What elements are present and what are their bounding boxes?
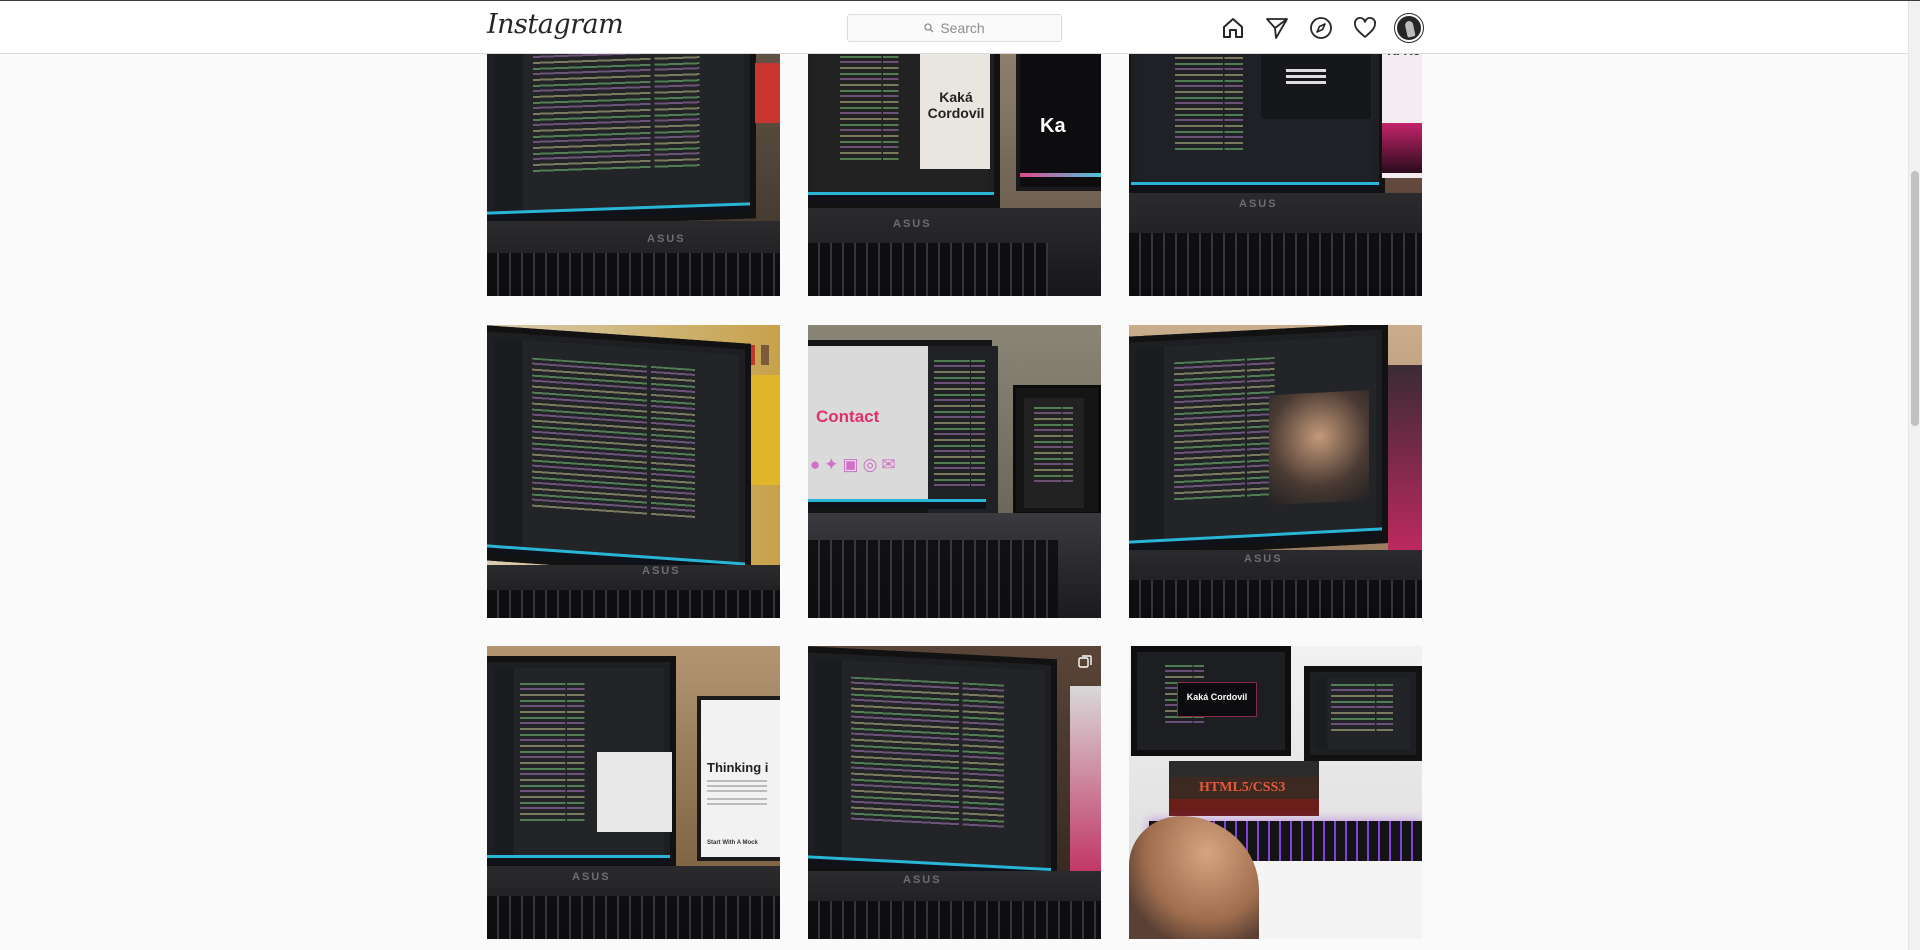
direct-messages-icon[interactable] [1263, 14, 1291, 42]
search-icon [924, 23, 934, 33]
screen-text: Contact [816, 407, 880, 426]
screen-text: Thinking i [707, 760, 769, 775]
profile-avatar[interactable] [1395, 14, 1423, 42]
instagram-logo[interactable]: Instagram [487, 9, 624, 40]
top-navigation-bar: Instagram Search [0, 1, 1908, 54]
nav-icons [1219, 14, 1423, 42]
activity-heart-icon[interactable] [1351, 14, 1379, 42]
post-tile[interactable]: ASUS [1129, 325, 1422, 618]
search-placeholder: Search [940, 20, 985, 36]
screen-text-secondary: Start With A Mock [707, 840, 758, 846]
screen-text: Kaká Cordovil [927, 89, 985, 121]
post-tile[interactable]: ASUS [487, 325, 780, 618]
screen-text-secondary: Ka [1040, 115, 1066, 137]
search-input[interactable]: Search [847, 14, 1062, 42]
avatar-image [1395, 14, 1423, 42]
post-tile[interactable]: Contact ●✦▣◎✉ [808, 325, 1101, 618]
social-icons-on-screen: ●✦▣◎✉ [810, 455, 900, 474]
explore-icon[interactable] [1307, 14, 1335, 42]
post-tile[interactable]: ASUS [808, 646, 1101, 939]
page-scrollbar[interactable] [1908, 1, 1920, 950]
post-tile[interactable]: Kaká Cordovil HTML5/CSS3 [1129, 646, 1422, 939]
multiple-photos-icon [1078, 655, 1092, 668]
home-icon[interactable] [1219, 14, 1247, 42]
book-title: HTML5/CSS3 [1199, 780, 1286, 795]
post-tile[interactable]: Thinking i Start With A Mock ASUS [487, 646, 780, 939]
posts-grid: ASUS Kaká Cordovil Ka ASUS ASUS ASUS Con… [487, 0, 1422, 950]
scrollbar-thumb[interactable] [1911, 171, 1919, 426]
screen-text: Kaká Cordovil [1186, 692, 1248, 702]
